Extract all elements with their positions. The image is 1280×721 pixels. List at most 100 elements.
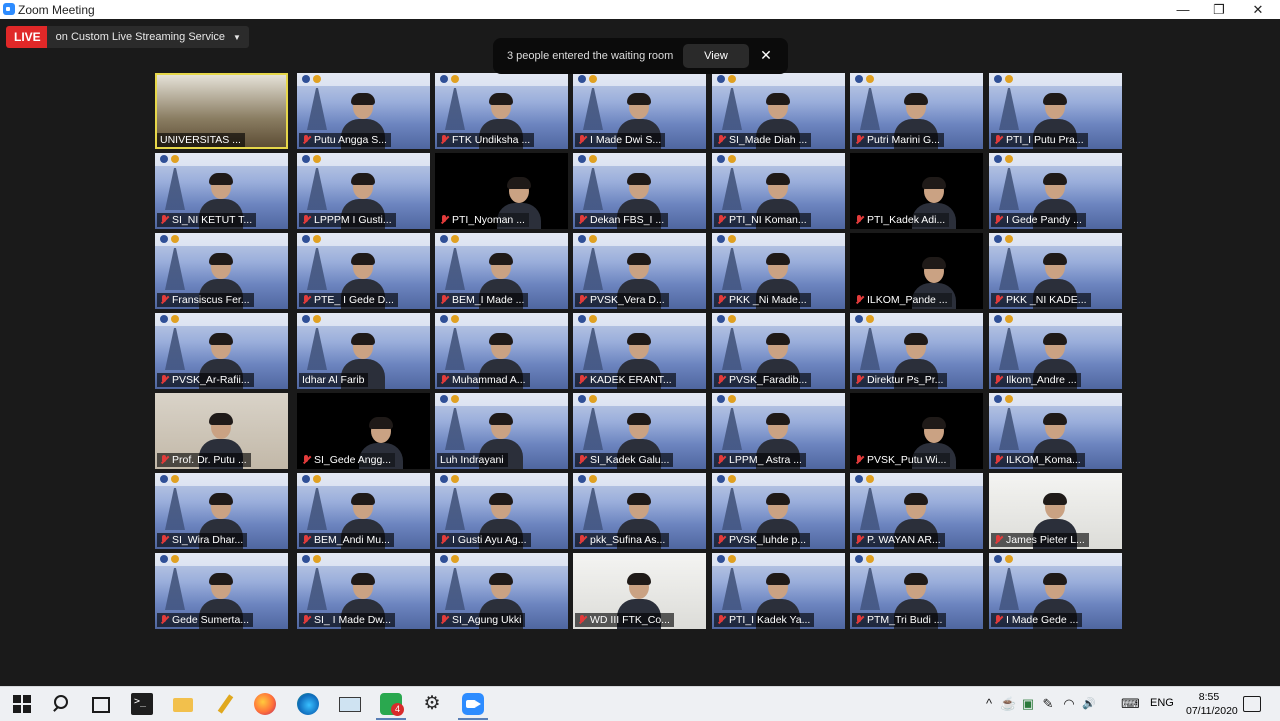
remote-desktop-icon[interactable] [338,693,361,715]
event-banner-strip [989,73,1122,86]
participant-tile[interactable]: PVSK_Ar-Rafii... [155,313,288,389]
participant-tile[interactable]: Putri Marini G... [850,73,983,149]
participant-tile[interactable]: KADEK ERANT... [573,313,706,389]
participant-tile[interactable]: James Pieter L... [989,473,1122,549]
volume-icon[interactable]: 🔊 [1081,696,1097,712]
language-indicator[interactable]: ENG [1150,697,1174,709]
participant-tile[interactable]: SI_Agung Ukki [435,553,568,629]
keyboard-icon[interactable]: ⌨ [1121,696,1140,712]
participant-tile[interactable]: Luh Indrayani [435,393,568,469]
pagoda-backdrop [722,248,742,290]
participant-tile[interactable]: PTI_NI Koman... [712,153,845,229]
firefox-icon[interactable] [254,693,276,715]
participant-tile[interactable]: I Gusti Ayu Ag... [435,473,568,549]
muted-mic-icon [440,135,449,145]
participant-tile[interactable]: PKK _NI KADE... [989,233,1122,309]
participant-tile[interactable]: PKK _Ni Made... [712,233,845,309]
participant-tile[interactable]: SI_Kadek Galu... [573,393,706,469]
participant-tile[interactable]: Dekan FBS_I ... [573,153,706,229]
participant-tile[interactable]: WD III FTK_Co... [573,553,706,629]
muted-mic-icon [578,455,587,465]
participant-tile[interactable]: PTI_Kadek Adi... [850,153,983,229]
participant-tile[interactable]: pkk_Sufina As... [573,473,706,549]
participant-tile[interactable]: Fransiscus Fer... [155,233,288,309]
system-clock[interactable]: 8:55 07/11/2020 [1186,690,1238,718]
participant-tile[interactable]: SI_ I Made Dw... [297,553,430,629]
participant-tile[interactable]: Putu Angga S... [297,73,430,149]
live-stream-indicator[interactable]: LIVE on Custom Live Streaming Service ▼ [6,26,249,48]
participant-name: SI_NI KETUT T... [172,214,253,226]
participant-tile[interactable]: SI_Made Diah ... [712,73,845,149]
participant-tile[interactable]: UNIVERSITAS ... [155,73,288,149]
view-waiting-room-button[interactable]: View [683,44,749,68]
participant-tile[interactable]: PVSK_luhde p... [712,473,845,549]
settings-gear-icon[interactable]: ⚙ [421,693,443,715]
participant-tile[interactable]: LPPPM I Gusti... [297,153,430,229]
participant-tile[interactable]: Muhammad A... [435,313,568,389]
participant-tile[interactable]: SI_Gede Angg... [297,393,430,469]
participant-tile[interactable]: SI_NI KETUT T... [155,153,288,229]
participant-tile[interactable]: PTI_I Putu Pra... [989,73,1122,149]
maximize-button[interactable]: ❐ [1201,0,1237,19]
participant-tile[interactable]: PTM_Tri Budi ... [850,553,983,629]
search-icon[interactable] [50,693,72,715]
participant-tile[interactable]: Prof. Dr. Putu ... [155,393,288,469]
participant-tile[interactable]: P. WAYAN AR... [850,473,983,549]
participant-tile[interactable]: Idhar Al Farib [297,313,430,389]
windows-taskbar: 4 ⚙ ^ ☕ ▣ ✎ ◠ 🔊 ⌨ ENG 8:55 07/11/2020 [0,686,1280,721]
whatsapp-icon[interactable]: 4 [380,693,404,716]
terminal-icon[interactable] [131,693,153,715]
participant-tile[interactable]: PVSK_Faradib... [712,313,845,389]
participant-tile[interactable]: I Made Dwi S... [573,73,706,149]
event-logo-icon [589,235,597,243]
event-logo-icon [1005,395,1013,403]
wifi-icon[interactable]: ◠ [1061,696,1077,712]
file-explorer-icon[interactable] [172,693,194,715]
close-notification-button[interactable]: ✕ [759,47,773,63]
pen-tray-icon[interactable]: ✎ [1040,696,1056,712]
participant-tile[interactable]: BEM_I Made ... [435,233,568,309]
participant-tile[interactable]: I Gede Pandy ... [989,153,1122,229]
show-hidden-icons-icon[interactable]: ^ [981,696,997,712]
participant-name-label: PTI_NI Koman... [714,213,811,227]
tray-app-icon[interactable]: ☕ [1000,696,1016,712]
muted-mic-icon [578,135,587,145]
live-service-dropdown[interactable]: on Custom Live Streaming Service ▼ [46,26,249,48]
participant-tile[interactable]: PTI_I Kadek Ya... [712,553,845,629]
pagoda-backdrop [307,488,327,530]
participant-tile[interactable]: ILKOM_Koma... [989,393,1122,469]
event-banner-strip [712,553,845,566]
zoom-app-icon [3,3,15,15]
muted-mic-icon [994,615,1003,625]
participant-name-label: Idhar Al Farib [299,373,369,387]
zoom-taskbar-icon[interactable] [462,693,484,715]
event-logo-icon [728,555,736,563]
participant-tile[interactable]: I Made Gede ... [989,553,1122,629]
participant-tile[interactable]: Gede Sumerta... [155,553,288,629]
pagoda-backdrop [445,248,465,290]
participant-name-label: James Pieter L... [991,533,1089,547]
close-window-button[interactable]: ✕ [1240,0,1276,19]
event-banner-strip [297,473,430,486]
participant-tile[interactable]: BEM_Andi Mu... [297,473,430,549]
participant-tile[interactable]: Ilkom_Andre ... [989,313,1122,389]
participant-tile[interactable]: ILKOM_Pande ... [850,233,983,309]
participant-tile[interactable]: PTI_Nyoman ... [435,153,568,229]
participant-tile[interactable]: PVSK_Vera D... [573,233,706,309]
minimize-button[interactable]: — [1165,0,1201,19]
participant-tile[interactable]: FTK Undiksha ... [435,73,568,149]
participant-tile[interactable]: PTE_ I Gede D... [297,233,430,309]
pen-app-icon[interactable] [214,693,236,715]
participant-tile[interactable]: LPPM_ Astra ... [712,393,845,469]
start-icon[interactable] [11,693,33,715]
pagoda-backdrop [722,488,742,530]
participant-name-label: SI_ I Made Dw... [299,613,396,627]
task-view-icon[interactable] [89,693,111,715]
participant-tile[interactable]: Direktur Ps_Pr... [850,313,983,389]
edge-icon[interactable] [297,693,319,715]
participant-name: PVSK_Putu Wi... [867,454,947,466]
notifications-icon[interactable] [1243,696,1261,712]
participant-tile[interactable]: SI_Wira Dhar... [155,473,288,549]
tray-colored-icon[interactable]: ▣ [1020,696,1036,712]
participant-tile[interactable]: PVSK_Putu Wi... [850,393,983,469]
